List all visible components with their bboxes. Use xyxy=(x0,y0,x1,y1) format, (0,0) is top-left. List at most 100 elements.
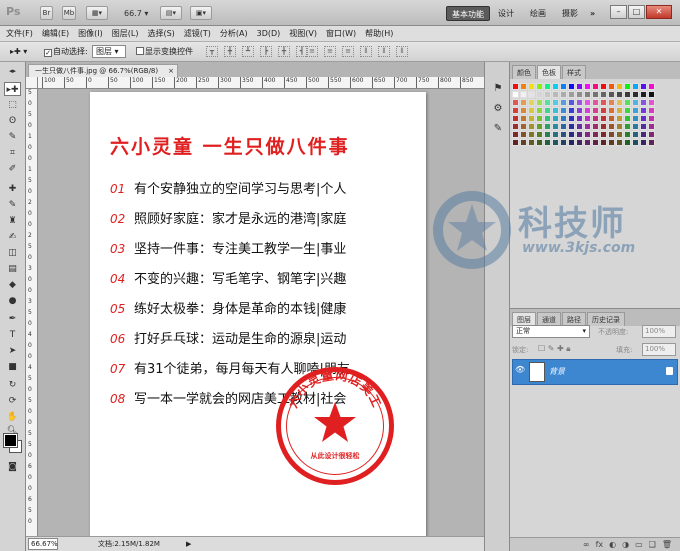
swatch-cell[interactable] xyxy=(648,91,655,98)
swatch-cell[interactable] xyxy=(648,107,655,114)
swatch-cell[interactable] xyxy=(608,139,615,146)
distribute-top-icon[interactable]: ≡ xyxy=(306,46,318,57)
auto-select-target[interactable]: 图层 ▾ xyxy=(92,45,126,58)
blur-tool-icon[interactable]: ◆ xyxy=(4,278,21,292)
swatch-cell[interactable] xyxy=(648,115,655,122)
swatch-cell[interactable] xyxy=(520,99,527,106)
swatch-cell[interactable] xyxy=(616,131,623,138)
swatch-cell[interactable] xyxy=(560,91,567,98)
layer-style-icon[interactable]: fx xyxy=(596,538,604,551)
swatch-cell[interactable] xyxy=(568,99,575,106)
swatch-cell[interactable] xyxy=(528,107,535,114)
swatch-cell[interactable] xyxy=(624,83,631,90)
new-group-icon[interactable]: ▭ xyxy=(635,538,643,551)
swatch-cell[interactable] xyxy=(600,131,607,138)
pen-tool-icon[interactable]: ✒ xyxy=(4,312,21,326)
swatch-cell[interactable] xyxy=(648,123,655,130)
swatch-cell[interactable] xyxy=(608,131,615,138)
swatch-cell[interactable] xyxy=(584,139,591,146)
delete-layer-icon[interactable]: 🗑︎ xyxy=(662,538,672,551)
swatch-cell[interactable] xyxy=(640,83,647,90)
swatch-cell[interactable] xyxy=(536,83,543,90)
swatch-cell[interactable] xyxy=(600,115,607,122)
zoom-level[interactable]: 66.7 ▾ xyxy=(124,9,148,18)
swatch-cell[interactable] xyxy=(552,99,559,106)
menu-layer[interactable]: 图层(L) xyxy=(112,28,139,39)
swatch-cell[interactable] xyxy=(536,91,543,98)
document-close-icon[interactable]: × xyxy=(168,65,174,77)
screen-mode-dropdown[interactable]: ▣▾ xyxy=(190,6,212,20)
swatch-cell[interactable] xyxy=(616,99,623,106)
new-layer-icon[interactable]: ❑ xyxy=(649,538,656,551)
align-top-icon[interactable]: ┳ xyxy=(206,46,218,57)
swatch-cell[interactable] xyxy=(584,91,591,98)
swatch-cell[interactable] xyxy=(592,91,599,98)
swatch-cell[interactable] xyxy=(544,131,551,138)
swatch-cell[interactable] xyxy=(616,139,623,146)
healing-brush-tool-icon[interactable]: ✚ xyxy=(4,182,21,196)
swatch-cell[interactable] xyxy=(520,123,527,130)
swatch-cell[interactable] xyxy=(592,115,599,122)
path-select-tool-icon[interactable]: ➤ xyxy=(4,344,21,358)
swatch-cell[interactable] xyxy=(640,123,647,130)
close-button[interactable]: ✕ xyxy=(646,5,672,19)
link-layers-icon[interactable]: ∞ xyxy=(583,538,590,551)
swatch-cell[interactable] xyxy=(544,139,551,146)
swatch-cell[interactable] xyxy=(600,107,607,114)
swatch-cell[interactable] xyxy=(616,115,623,122)
swatch-cell[interactable] xyxy=(528,99,535,106)
swatch-cell[interactable] xyxy=(648,139,655,146)
swatch-cell[interactable] xyxy=(552,107,559,114)
menu-3d[interactable]: 3D(D) xyxy=(257,29,281,38)
swatch-cell[interactable] xyxy=(552,115,559,122)
swatch-cell[interactable] xyxy=(648,131,655,138)
swatch-cell[interactable] xyxy=(592,139,599,146)
swatch-cell[interactable] xyxy=(640,139,647,146)
foreground-color-swatch[interactable] xyxy=(3,433,18,448)
swatch-cell[interactable] xyxy=(512,139,519,146)
swatch-cell[interactable] xyxy=(536,139,543,146)
quick-mask-icon[interactable]: ◙ xyxy=(4,460,21,474)
eraser-tool-icon[interactable]: ◫ xyxy=(4,246,21,260)
swatch-cell[interactable] xyxy=(568,91,575,98)
dodge-tool-icon[interactable]: ● xyxy=(4,294,21,308)
swatch-cell[interactable] xyxy=(592,123,599,130)
swatch-cell[interactable] xyxy=(624,107,631,114)
swatch-cell[interactable] xyxy=(536,115,543,122)
swatch-cell[interactable] xyxy=(600,123,607,130)
ruler-origin[interactable] xyxy=(26,77,38,89)
swatch-cell[interactable] xyxy=(616,123,623,130)
swatch-cell[interactable] xyxy=(624,99,631,106)
swatch-cell[interactable] xyxy=(544,91,551,98)
brush-panel-icon[interactable]: ✎ xyxy=(491,122,505,136)
swatch-cell[interactable] xyxy=(616,91,623,98)
swatch-cell[interactable] xyxy=(600,99,607,106)
distribute-bottom-icon[interactable]: ≡ xyxy=(342,46,354,57)
menu-image[interactable]: 图像(I) xyxy=(78,28,103,39)
swatch-cell[interactable] xyxy=(640,107,647,114)
menu-help[interactable]: 帮助(H) xyxy=(365,28,393,39)
tab-layers[interactable]: 图层 xyxy=(512,312,536,326)
arrange-dropdown[interactable]: ▤▾ xyxy=(160,6,182,20)
swatch-cell[interactable] xyxy=(560,83,567,90)
layer-mask-icon[interactable]: ◐ xyxy=(609,538,616,551)
swatch-cell[interactable] xyxy=(568,139,575,146)
align-vcenter-icon[interactable]: ╋ xyxy=(224,46,236,57)
auto-select-checkbox[interactable]: ✓ 自动选择: xyxy=(44,46,88,58)
type-tool-icon[interactable]: T xyxy=(4,328,21,342)
align-hcenter-icon[interactable]: ╋ xyxy=(278,46,290,57)
distribute-hcenter-icon[interactable]: ⫴ xyxy=(378,46,390,57)
swatch-cell[interactable] xyxy=(528,131,535,138)
crop-tool-icon[interactable]: ⌗ xyxy=(4,146,21,160)
swatch-cell[interactable] xyxy=(528,91,535,98)
swatch-cell[interactable] xyxy=(592,107,599,114)
swatch-cell[interactable] xyxy=(552,83,559,90)
swatch-cell[interactable] xyxy=(552,139,559,146)
swatch-cell[interactable] xyxy=(632,83,639,90)
swatch-cell[interactable] xyxy=(632,139,639,146)
swatch-cell[interactable] xyxy=(520,115,527,122)
swatch-cell[interactable] xyxy=(584,123,591,130)
swatch-cell[interactable] xyxy=(536,99,543,106)
swatch-cell[interactable] xyxy=(552,131,559,138)
menu-edit[interactable]: 编辑(E) xyxy=(42,28,69,39)
